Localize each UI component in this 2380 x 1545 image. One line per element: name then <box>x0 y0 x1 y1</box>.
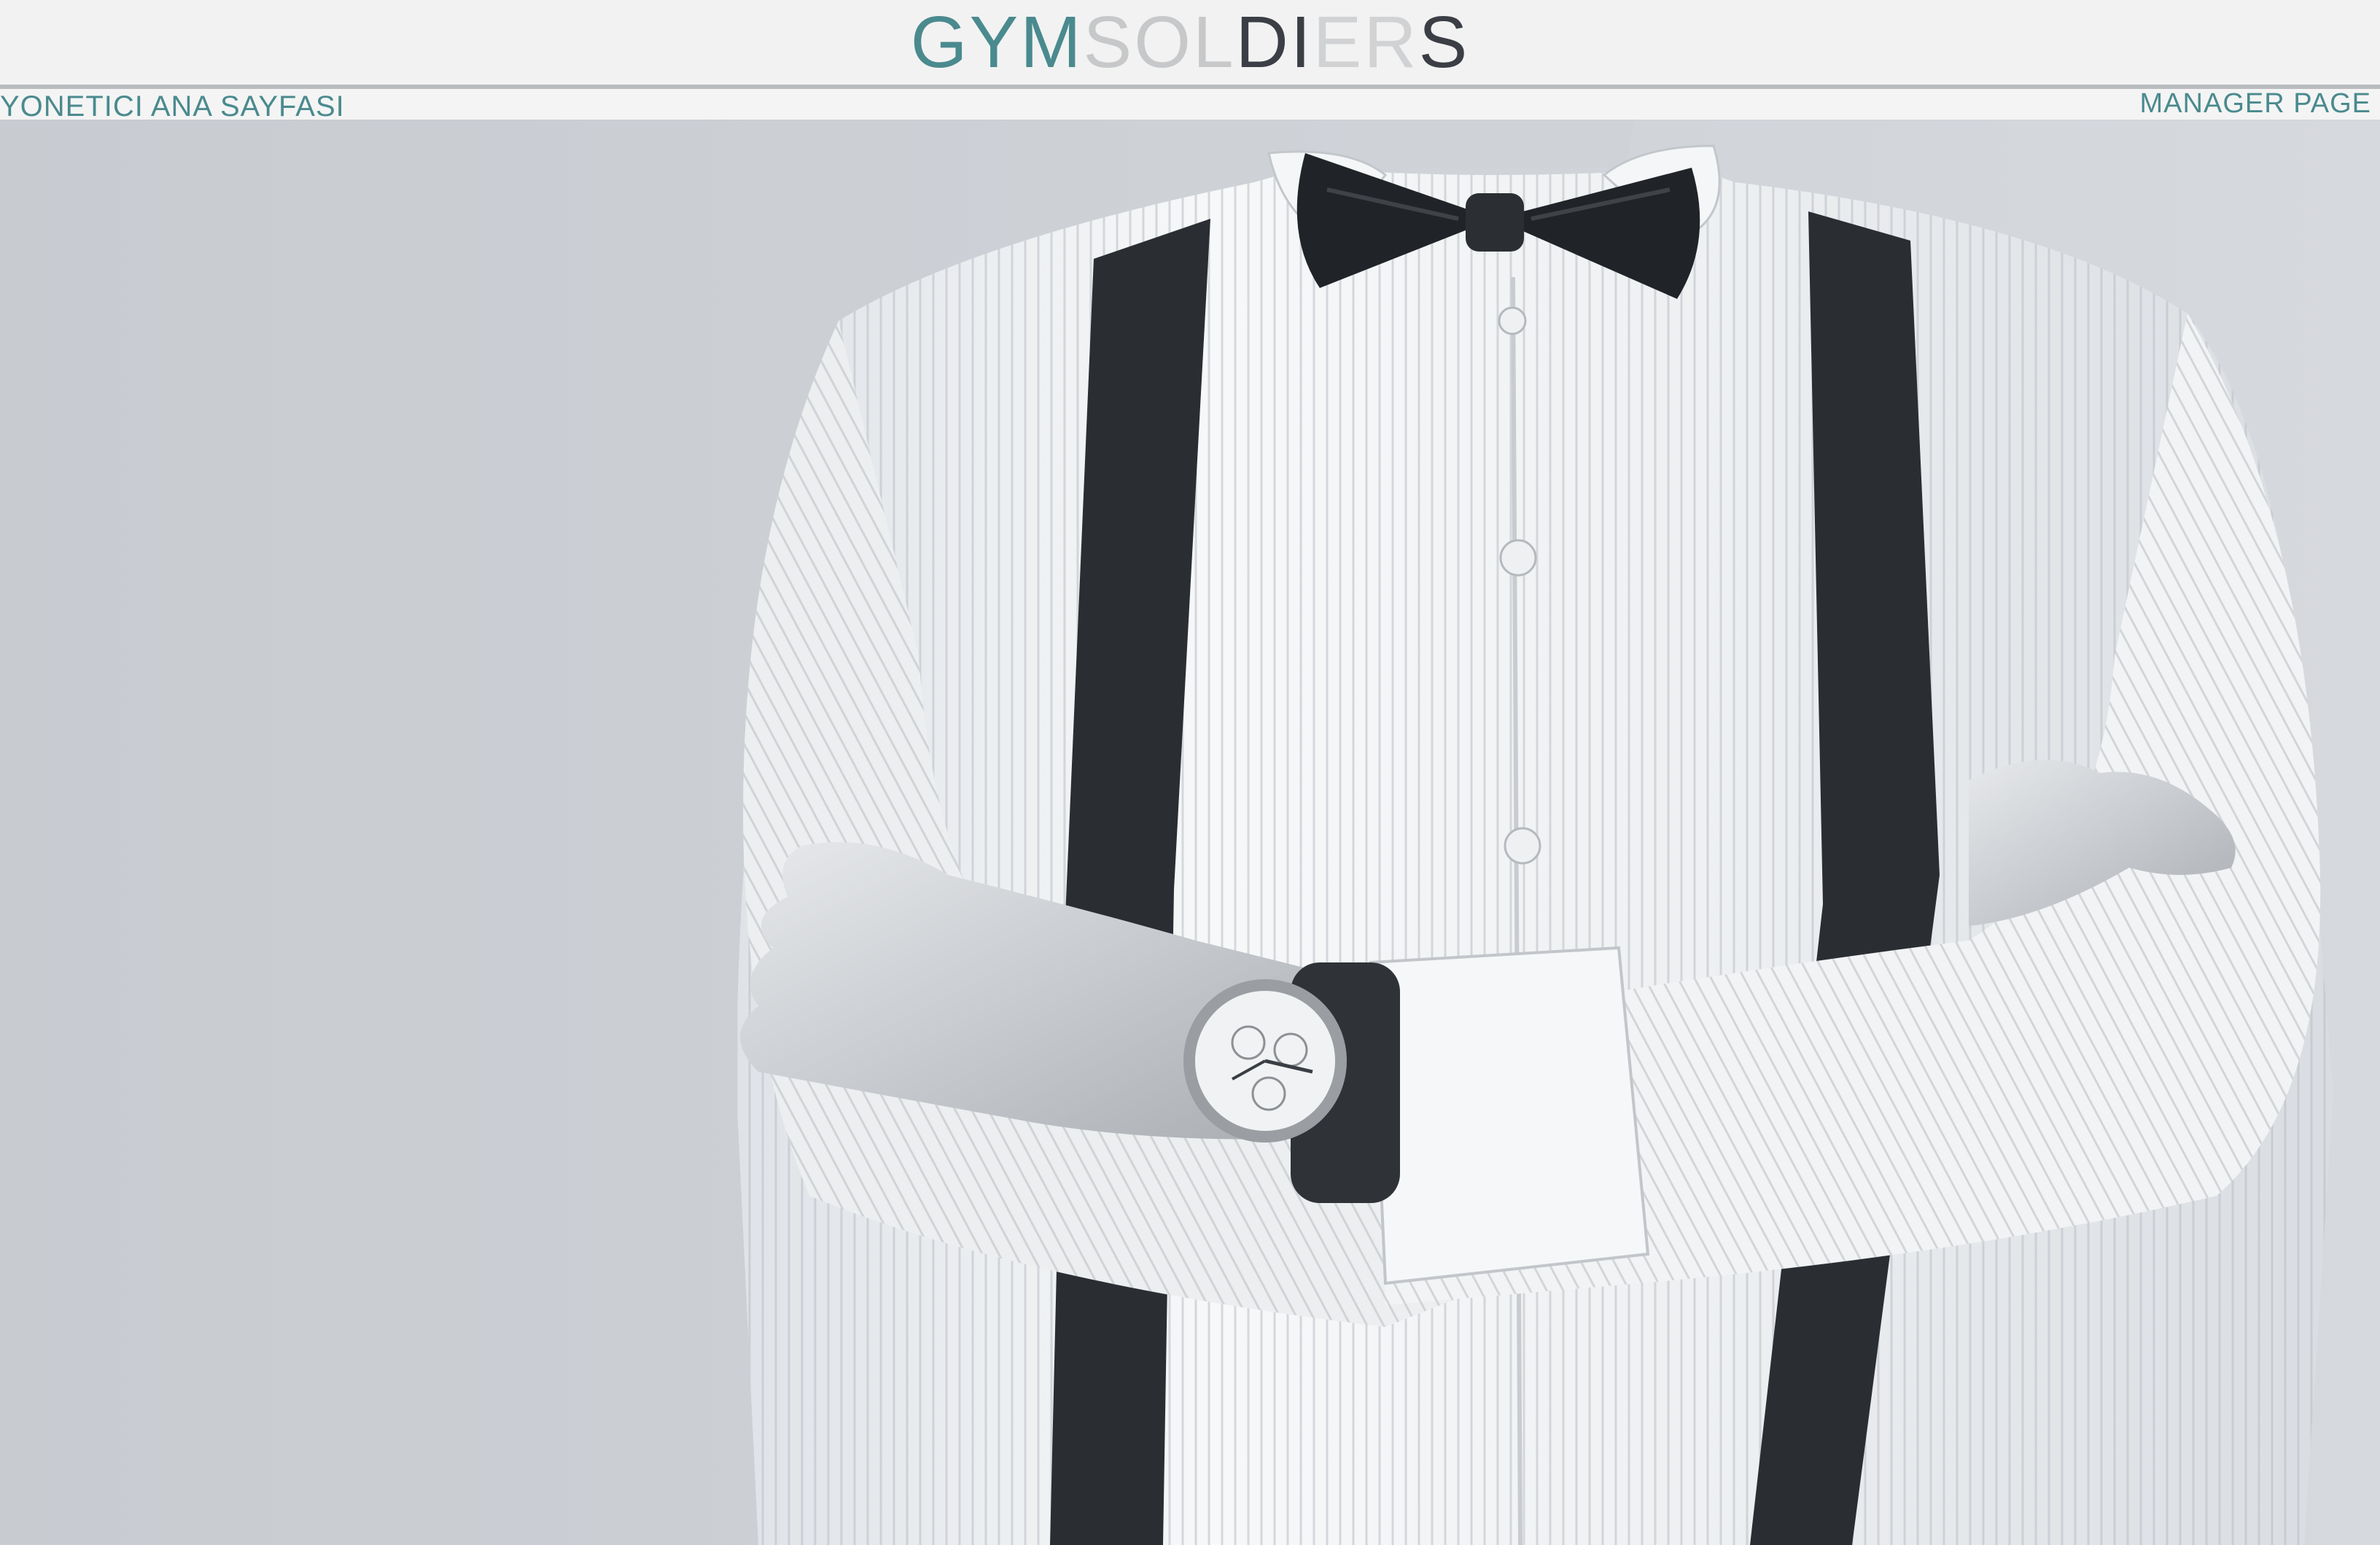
manager-home-link[interactable]: YONETICI ANA SAYFASI <box>0 89 345 124</box>
manager-page-link[interactable]: MANAGER PAGE <box>2140 86 2371 121</box>
logo-di-text: DI <box>1235 1 1313 83</box>
logo-sol-text: SOL <box>1083 1 1236 83</box>
site-logo[interactable]: GYMSOLDIERS <box>0 3 2380 82</box>
logo-er-text: ER <box>1312 1 1419 83</box>
nav-bar: YONETICI ANA SAYFASI MANAGER PAGE <box>0 86 2380 122</box>
site-header: GYMSOLDIERS <box>0 0 2380 85</box>
hero-image <box>736 80 2333 1545</box>
manager-page: GYMSOLDIERS YONETICI ANA SAYFASI MANAGER… <box>0 0 2380 1545</box>
logo-gym-text: GYM <box>910 1 1084 83</box>
logo-s-text: S <box>1418 1 1470 83</box>
